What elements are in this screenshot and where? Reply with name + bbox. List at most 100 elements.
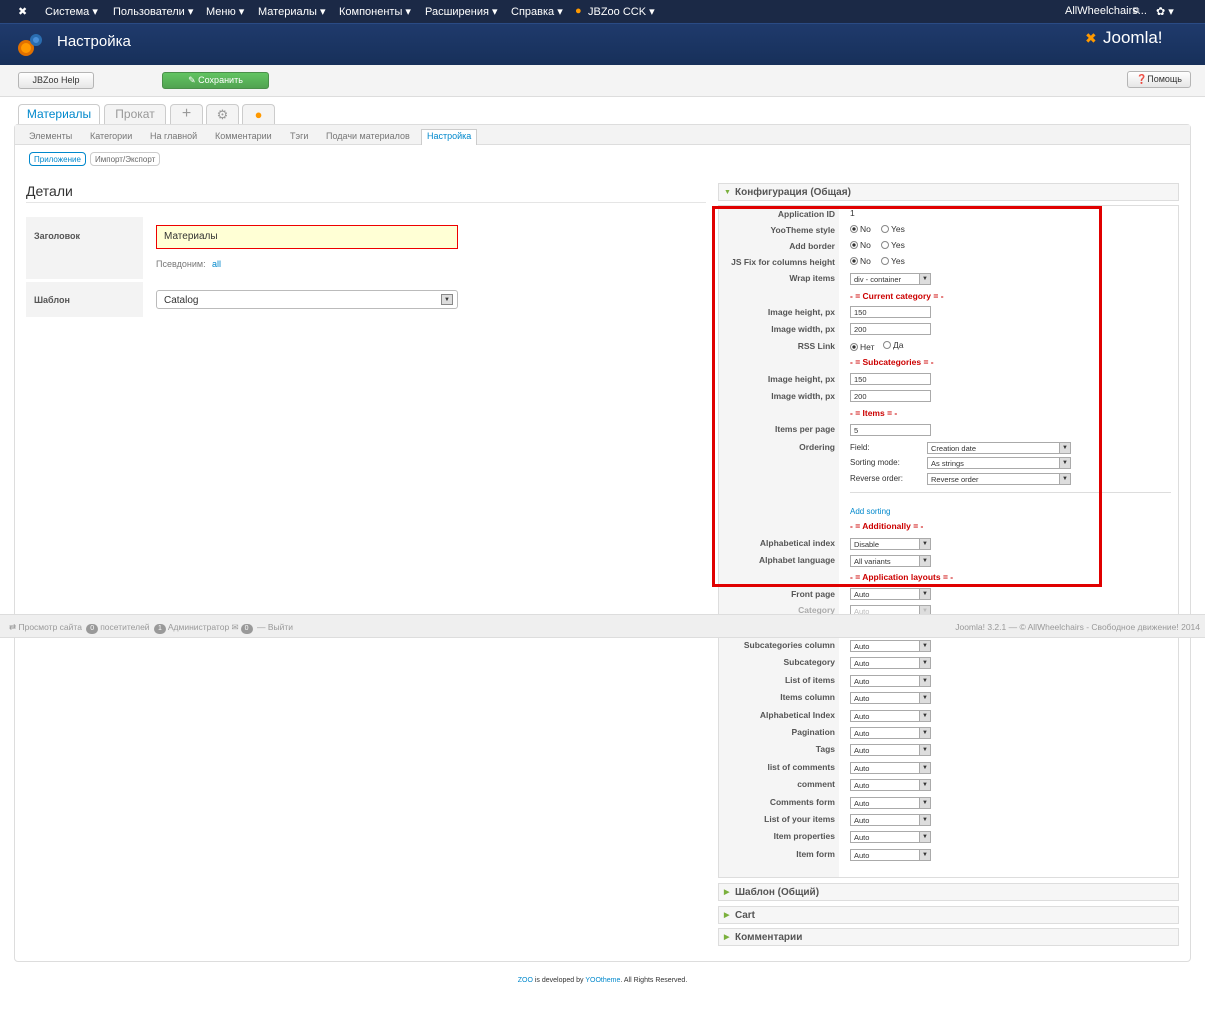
layout-select[interactable]: Auto ▼ (850, 761, 931, 774)
page-title: Настройка (57, 33, 131, 50)
visitors-badge: 0 (86, 624, 99, 634)
layout-value: Auto (854, 781, 870, 791)
yootheme-link[interactable]: YOOtheme (585, 977, 620, 984)
layout-label: List of your items (764, 814, 835, 824)
template-label: Шаблон (34, 295, 70, 305)
layout-value: Auto (854, 659, 870, 669)
gear-icon[interactable]: ⚙ (206, 104, 239, 124)
subtab-tags[interactable]: Тэги (290, 131, 308, 141)
chevron-down-icon: ▼ (919, 745, 930, 756)
chevron-down-icon: ▼ (441, 294, 453, 305)
layout-select[interactable]: Auto ▼ (850, 640, 931, 652)
front-page-select[interactable]: Auto ▼ (850, 588, 931, 600)
template-accordion-header[interactable]: ▶ Шаблон (Общий) (718, 883, 1179, 901)
layout-select[interactable]: Auto ▼ (850, 709, 931, 722)
template-select[interactable]: Catalog ▼ (156, 290, 458, 309)
menu-components[interactable]: Компоненты ▾ (339, 5, 411, 18)
layout-label: Item properties (773, 831, 835, 842)
messages-badge[interactable]: 0 (240, 624, 253, 634)
layout-select[interactable]: Auto ▼ (850, 814, 931, 826)
layout-label: Alphabetical Index (759, 709, 835, 720)
subtab-settings[interactable]: Настройка (421, 129, 478, 145)
layout-value: Auto (854, 833, 870, 843)
save-button[interactable]: ✎ Сохранить (162, 72, 269, 89)
menu-menus[interactable]: Меню ▾ (206, 5, 244, 18)
view-site-link[interactable]: Просмотр сайта (18, 622, 81, 632)
menu-system[interactable]: Система ▾ (45, 5, 98, 18)
template-label-cell: Шаблон (26, 282, 143, 317)
layout-value: Auto (854, 850, 870, 860)
chevron-down-icon: ▼ (919, 658, 930, 669)
admin-navbar: ✖ Система ▾ Пользователи ▾ Меню ▾ Матери… (0, 0, 1205, 23)
subtab-submissions[interactable]: Подачи материалов (326, 131, 410, 141)
chevron-down-icon: ▼ (919, 849, 930, 860)
comments-accordion-header[interactable]: ▶ Комментарии (718, 928, 1179, 946)
logout-link[interactable]: Выйти (268, 622, 293, 632)
layout-select[interactable]: Auto ▼ (850, 692, 931, 705)
subtab-frontpage[interactable]: На главной (150, 131, 197, 141)
title-label-cell: Заголовок (26, 217, 143, 279)
layout-value: Auto (854, 763, 870, 773)
help-button[interactable]: ❓Помощь (1127, 71, 1191, 88)
menu-jbzoo[interactable]: JBZoo CCK ▾ (588, 5, 655, 18)
chevron-down-icon: ▼ (919, 589, 930, 599)
pill-import-export[interactable]: Импорт/Экспорт (90, 152, 161, 166)
layout-select[interactable]: Auto ▼ (850, 674, 931, 687)
layout-select[interactable]: Auto ▼ (850, 796, 931, 809)
layout-label: Comments form (769, 796, 835, 807)
menu-help[interactable]: Справка ▾ (511, 5, 563, 18)
triangle-right-icon: ▶ (724, 912, 730, 919)
title-input[interactable]: Материалы (156, 225, 458, 249)
layout-label: Subcategories column (743, 640, 835, 650)
save-label: Сохранить (198, 75, 243, 85)
chevron-down-icon: ▼ (919, 780, 930, 791)
triangle-right-icon: ▶ (724, 934, 730, 941)
settings-gear-icon[interactable]: ✿ ▾ (1156, 5, 1174, 18)
footer-text: is developed by (532, 977, 586, 984)
layout-value: Auto (854, 676, 870, 686)
alias-link[interactable]: all (212, 259, 221, 269)
layout-value: Auto (854, 746, 870, 756)
jbzoo-help-button[interactable]: JBZoo Help (18, 72, 94, 89)
app-tab-materials[interactable]: Материалы (18, 104, 100, 124)
menu-extensions[interactable]: Расширения ▾ (425, 5, 498, 18)
triangle-down-icon: ▼ (724, 189, 731, 196)
page-header: Настройка ✖ Joomla! (0, 23, 1205, 65)
zoo-link[interactable]: ZOO (518, 977, 533, 984)
cart-accordion-header[interactable]: ▶ Cart (718, 906, 1179, 924)
comments-accordion-label: Комментарии (735, 932, 803, 943)
subtab-categories[interactable]: Категории (90, 131, 132, 141)
triangle-right-icon: ▶ (724, 889, 730, 896)
chevron-down-icon: ▼ (919, 693, 930, 704)
layout-select[interactable]: Auto ▼ (850, 779, 931, 792)
edit-icon: ✎ (188, 75, 199, 85)
template-accordion-label: Шаблон (Общий) (735, 887, 820, 898)
help-label: Помощь (1147, 74, 1182, 84)
config-accordion-header[interactable]: ▼ Конфигурация (Общая) (718, 183, 1179, 201)
layout-select[interactable]: Auto ▼ (850, 848, 931, 861)
menu-users[interactable]: Пользователи ▾ (113, 5, 193, 18)
layout-select[interactable]: Auto ▼ (850, 744, 931, 757)
add-app-icon[interactable]: + (170, 104, 203, 124)
chevron-down-icon: ▼ (919, 797, 930, 808)
menu-content[interactable]: Материалы ▾ (258, 5, 325, 18)
layout-value: Auto (854, 729, 870, 738)
layout-select[interactable]: Auto ▼ (850, 831, 931, 844)
layout-label: Item form (796, 848, 835, 859)
layout-select[interactable]: Auto ▼ (850, 657, 931, 670)
config-header-label: Конфигурация (Общая) (735, 187, 851, 198)
visitors-label: посетителей (100, 622, 150, 632)
joomla-logo-icon[interactable]: ✖ (18, 5, 27, 18)
chevron-down-icon: ▼ (919, 675, 930, 686)
layout-select[interactable]: Auto ▼ (850, 727, 931, 739)
external-link-icon[interactable]: ⧉ (1133, 5, 1139, 16)
front-page-value: Auto (854, 590, 870, 599)
jbzoo-app-icon[interactable]: ● (242, 104, 275, 124)
layout-label: Subcategory (783, 657, 836, 668)
pill-application[interactable]: Приложение (29, 152, 86, 166)
footer-rights: . All Rights Reserved. (620, 977, 688, 984)
subtab-comments[interactable]: Комментарии (215, 131, 272, 141)
subtab-elements[interactable]: Элементы (29, 131, 72, 141)
app-tab-rental[interactable]: Прокат (104, 104, 166, 124)
layout-label: Items column (780, 692, 835, 703)
